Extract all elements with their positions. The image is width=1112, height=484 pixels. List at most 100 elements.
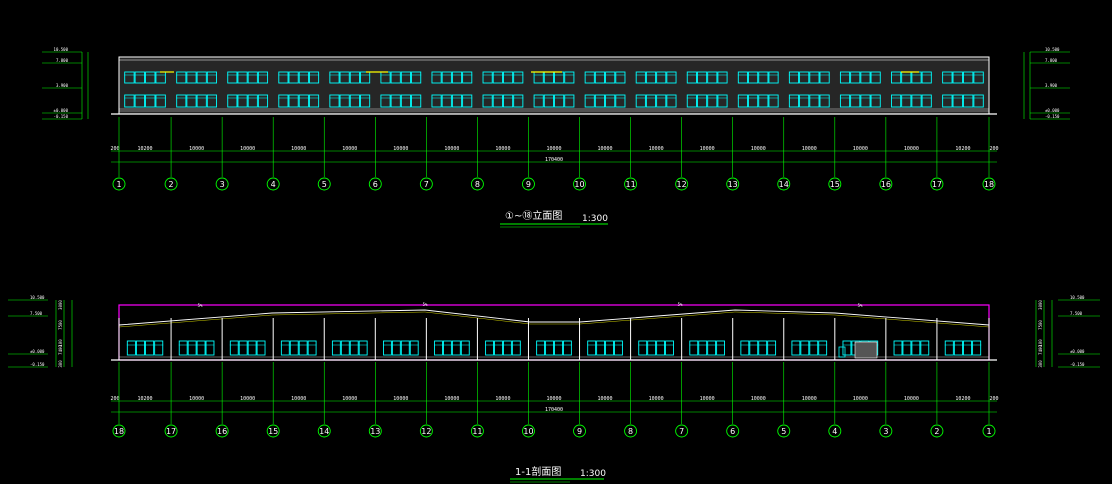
section-dim-text-right: 300	[1038, 360, 1043, 368]
section-window	[953, 340, 963, 356]
section-dim-bay: 10000	[342, 396, 357, 402]
section-window	[818, 340, 828, 356]
section-window	[229, 340, 239, 356]
section-axis-number: 11	[472, 427, 482, 436]
section-slope-label: 5%	[198, 303, 203, 308]
section-dim-text-left: 7400	[58, 345, 63, 355]
elevation-dim-bay: 10000	[495, 146, 510, 152]
section-window	[135, 340, 145, 356]
section-axis-number: 16	[217, 427, 227, 436]
section-dim-bay: 10000	[393, 396, 408, 402]
section-axis-number: 17	[166, 427, 176, 436]
section-window	[451, 340, 461, 356]
section-window	[656, 340, 665, 356]
section-window	[614, 340, 623, 356]
elevation-dim-bay: 10000	[700, 146, 715, 152]
elevation-dim-bay: 10000	[393, 146, 408, 152]
section-window	[187, 340, 197, 356]
section-window	[740, 340, 750, 356]
section-axis-number: 14	[319, 427, 329, 436]
section-axis-number: 7	[679, 427, 684, 436]
section-dim-bay: 10000	[904, 396, 919, 402]
elevation-view: 10.500 10.500 7.800 7.800 3.900 3.900 ±0.000 ±0…	[42, 47, 1070, 191]
section-window	[749, 340, 759, 356]
section-window	[443, 340, 452, 356]
elevation-dim-bay: 10000	[240, 146, 255, 152]
section-window	[247, 340, 257, 356]
elevation-dim-bay: 10000	[189, 146, 204, 152]
section-window	[638, 340, 648, 356]
section-window	[972, 340, 982, 356]
section-scale: 1:300	[580, 469, 606, 479]
section-window	[605, 340, 614, 356]
elevation-axis-number: 13	[728, 180, 738, 189]
section-window	[893, 340, 903, 356]
section-dim-bay: 10200	[955, 396, 970, 402]
section-window	[460, 340, 470, 356]
section-dim-bay: 10000	[444, 396, 459, 402]
section-window	[647, 340, 657, 356]
elevation-axis-number: 17	[932, 180, 942, 189]
elevation-dim-bay: 10000	[342, 146, 357, 152]
section-window	[340, 340, 350, 356]
elevation-axis-number: 18	[984, 180, 994, 189]
section-dim-text-left: 7500	[58, 320, 63, 330]
elevation-axis-number: 12	[677, 180, 687, 189]
section-window	[256, 340, 266, 356]
section-dim-total: 170400	[545, 407, 563, 413]
elevation-dim-bay: 10000	[649, 146, 664, 152]
section-level-text-right: 10.500	[1070, 295, 1085, 300]
section-window	[791, 340, 801, 356]
section-axis-number: 10	[523, 427, 533, 436]
elevation-axis-number: 3	[220, 180, 225, 189]
section-window	[502, 340, 512, 356]
section-window	[758, 340, 768, 356]
section-window	[205, 340, 215, 356]
section-roof-profile-inner	[118, 311, 990, 328]
elevation-axis-number: 16	[881, 180, 891, 189]
section-window	[126, 340, 136, 356]
section-window	[944, 340, 954, 356]
section-level-text-left: ±0.000	[30, 349, 45, 354]
section-window	[400, 340, 410, 356]
section-window	[842, 340, 852, 356]
section-dim-edge-left: 200	[110, 396, 119, 402]
section-window	[409, 340, 419, 356]
section-window	[596, 340, 606, 356]
elevation-level-text-right: 10.500	[1045, 47, 1060, 52]
elevation-dim-bay: 10000	[904, 146, 919, 152]
section-axis-number: 3	[883, 427, 888, 436]
section-level-text-right: -0.150	[1070, 362, 1085, 367]
section-dim-text-left: 300	[58, 360, 63, 368]
section-dim-edge-right: 200	[989, 396, 998, 402]
section-window	[349, 340, 359, 356]
elevation-dim-bay: 10000	[291, 146, 306, 152]
section-window	[911, 340, 921, 356]
section-window	[536, 340, 546, 356]
section-axis-number: 9	[577, 427, 582, 436]
section-rolling-door	[854, 341, 878, 359]
elevation-level-text-right: ±0.000	[1045, 108, 1060, 113]
elevation-level-text-right: 7.800	[1045, 58, 1058, 63]
section-window	[485, 340, 494, 356]
elevation-dim-bay: 10000	[546, 146, 561, 152]
elevation-dim-bay: 10000	[444, 146, 459, 152]
section-dim-bay: 10000	[240, 396, 255, 402]
section-window	[358, 340, 368, 356]
section-window	[289, 340, 299, 356]
section-window	[298, 340, 308, 356]
section-window	[767, 340, 777, 356]
elevation-dim-bay: 10000	[853, 146, 868, 152]
elevation-level-text-left: 7.800	[56, 58, 69, 63]
section-window	[665, 340, 674, 356]
section-window	[554, 340, 563, 356]
elevation-axis-number: 10	[574, 180, 584, 189]
elevation-facade	[118, 56, 990, 115]
section-window	[280, 340, 290, 356]
section-window	[707, 340, 717, 356]
section-window	[178, 340, 188, 356]
section-window	[920, 340, 930, 356]
section-dim-bay: 10000	[649, 396, 664, 402]
elevation-axis-number: 11	[625, 180, 635, 189]
section-dim-text-left: 3000	[58, 300, 63, 310]
